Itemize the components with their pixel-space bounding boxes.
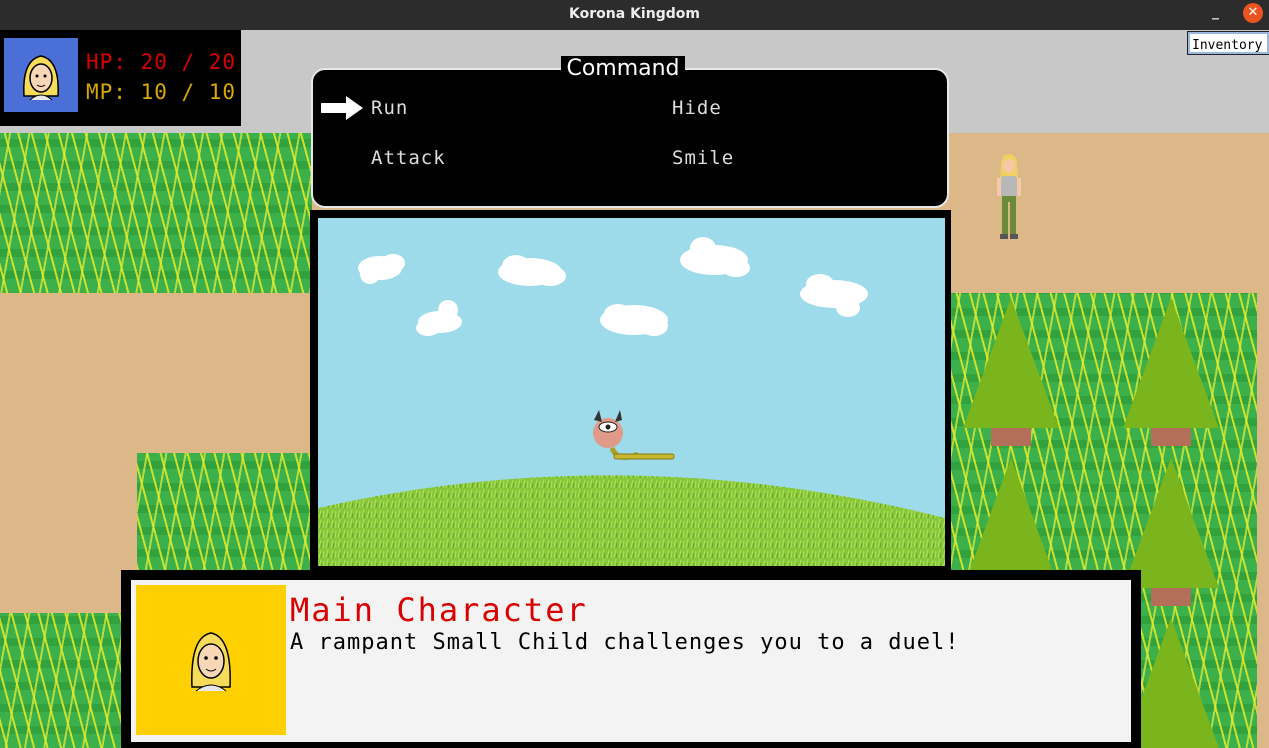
command-option-attack[interactable]: Attack bbox=[371, 147, 446, 169]
grass-patch bbox=[0, 133, 312, 293]
pine-tree bbox=[1123, 298, 1219, 448]
grass-hill bbox=[318, 475, 945, 566]
dialog-text: A rampant Small Child challenges you to … bbox=[290, 630, 960, 655]
command-menu-title: Command bbox=[561, 56, 685, 82]
command-option-run[interactable]: Run bbox=[371, 97, 408, 119]
pine-tree bbox=[963, 298, 1059, 448]
speaker-name: Main Character bbox=[290, 591, 588, 629]
cloud bbox=[600, 304, 668, 336]
minimize-button[interactable]: _ bbox=[1212, 4, 1226, 22]
player-portrait bbox=[4, 38, 78, 112]
command-option-smile[interactable]: Smile bbox=[672, 147, 734, 169]
cloud bbox=[416, 300, 462, 336]
cloud bbox=[800, 274, 868, 317]
speaker-portrait bbox=[136, 585, 286, 735]
inventory-button[interactable]: Inventory bbox=[1187, 31, 1269, 55]
cloud bbox=[680, 237, 750, 277]
blonde-character-portrait-icon bbox=[23, 55, 59, 101]
arrow-right-icon bbox=[321, 96, 363, 120]
battle-background bbox=[318, 237, 945, 566]
battle-scene bbox=[318, 218, 945, 566]
small-child-monster-sprite bbox=[593, 410, 675, 460]
cloud bbox=[498, 255, 566, 286]
blonde-character-portrait-icon bbox=[191, 632, 231, 692]
player-stats-panel: HP: 20 / 20 MP: 10 / 10 bbox=[0, 30, 241, 126]
command-option-hide[interactable]: Hide bbox=[672, 97, 722, 119]
command-menu bbox=[311, 68, 949, 208]
grass-patch bbox=[0, 613, 125, 748]
window-titlebar: Korona Kingdom _ ✕ bbox=[0, 0, 1269, 30]
cloud bbox=[358, 254, 405, 284]
npc-character-sprite[interactable] bbox=[993, 152, 1025, 242]
window-title: Korona Kingdom bbox=[569, 6, 700, 22]
hp-readout: HP: 20 / 20 bbox=[86, 50, 237, 74]
mp-readout: MP: 10 / 10 bbox=[86, 80, 237, 104]
close-button[interactable]: ✕ bbox=[1243, 3, 1263, 23]
